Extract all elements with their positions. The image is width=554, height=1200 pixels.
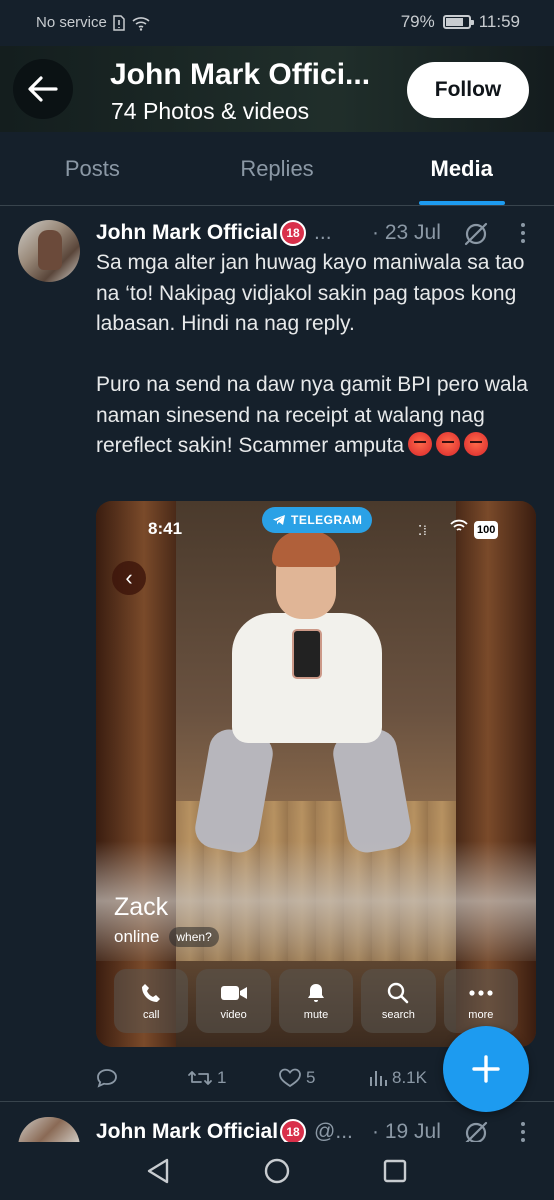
back-button[interactable] <box>13 59 73 119</box>
wifi-off-icon <box>132 16 150 31</box>
telegram-badge-label: TELEGRAM <box>291 513 363 527</box>
status-left: No service <box>36 14 151 31</box>
status-bar: No service 79% 11:59 <box>0 0 554 46</box>
mirror-frame-right <box>456 501 536 1047</box>
media-action-more-label: more <box>468 1008 494 1021</box>
battery-percent: 79% <box>400 12 435 31</box>
media-action-mute: mute <box>278 969 354 1033</box>
plus-icon <box>472 1055 500 1083</box>
square-recents-icon <box>383 1159 407 1183</box>
media-wifi-icon <box>450 519 468 531</box>
when-tag: when? <box>169 927 219 947</box>
views-chart-icon <box>370 1071 387 1086</box>
post-text-paragraph-2: Puro na send na daw nya gamit BPI pero w… <box>96 370 536 462</box>
media-action-search-label: search <box>381 1008 415 1021</box>
nav-back-button[interactable] <box>143 1156 173 1186</box>
media-action-video-label: video <box>220 1008 247 1021</box>
like-button[interactable]: 5 <box>278 1068 315 1088</box>
media-status-time: 8:41 <box>148 519 183 538</box>
media-signal-icon: ⁚⁞ <box>418 523 428 538</box>
nav-home-button[interactable] <box>262 1156 292 1186</box>
views-button[interactable]: 8.1K <box>368 1068 427 1088</box>
media-action-video: video <box>196 969 271 1033</box>
post[interactable]: John Mark Official 18 ... · 23 Jul Sa mg… <box>0 206 554 1102</box>
contact-online-label: online <box>114 927 160 946</box>
bell-icon <box>308 983 325 1002</box>
angry-face-emoji-icon <box>408 432 433 456</box>
circle-home-icon <box>264 1158 290 1184</box>
heart-icon <box>279 1068 301 1088</box>
angry-face-emoji-icon <box>464 432 489 456</box>
grok-icon[interactable] <box>462 220 490 248</box>
contact-name: Zack <box>114 893 169 921</box>
media-battery-icon: 100 <box>474 521 499 539</box>
profile-tabs: Posts Replies Media <box>0 132 554 206</box>
tab-replies-label: Replies <box>240 155 314 181</box>
telegram-badge: TELEGRAM <box>262 507 373 533</box>
profile-header: John Mark Offici... 74 Photos & videos F… <box>0 46 554 132</box>
post-date[interactable]: · 23 Jul <box>372 221 441 245</box>
repost-count: 1 <box>217 1068 227 1087</box>
post-header: John Mark Official 18 ... · 23 Jul <box>96 218 536 248</box>
search-icon <box>388 982 409 1003</box>
post-date[interactable]: · 19 Jul <box>372 1120 441 1144</box>
profile-name: John Mark Offici... <box>110 58 371 91</box>
more-vertical-icon[interactable] <box>516 220 530 246</box>
more-dots-icon <box>469 989 493 996</box>
phone-in-hand <box>292 629 322 679</box>
age-restricted-badge: 18 <box>280 220 307 246</box>
carrier-label: No service <box>36 14 107 31</box>
telegram-icon <box>273 515 285 525</box>
contact-actions: call video mute search more <box>114 969 519 1033</box>
angry-face-emoji-icon <box>436 432 461 456</box>
arrow-left-icon <box>28 76 58 102</box>
post-text: Sa mga alter jan huwag kayo maniwala sa … <box>96 248 536 462</box>
author-name[interactable]: John Mark Official <box>96 1120 278 1144</box>
tab-posts[interactable]: Posts <box>0 132 185 205</box>
author-handle: @... <box>314 1120 353 1143</box>
reply-icon <box>97 1069 117 1088</box>
tab-media[interactable]: Media <box>369 132 554 205</box>
triangle-back-icon <box>147 1158 169 1184</box>
avatar[interactable] <box>18 220 80 282</box>
system-navigation-bar <box>0 1142 554 1200</box>
follow-button[interactable]: Follow <box>407 62 529 118</box>
media-action-call-label: call <box>142 1008 160 1021</box>
nav-recents-button[interactable] <box>380 1156 410 1186</box>
media-back-chevron-icon: ‹ <box>112 561 146 595</box>
media-action-more: more <box>443 969 519 1033</box>
active-tab-indicator <box>418 201 505 205</box>
tab-replies[interactable]: Replies <box>185 132 370 205</box>
compose-button[interactable] <box>443 1026 529 1112</box>
phone-icon <box>142 983 161 1002</box>
author-handle: ... <box>314 221 332 244</box>
media-action-mute-label: mute <box>303 1008 329 1021</box>
post-media-image[interactable]: 8:41 TELEGRAM ⁚⁞ 100 ‹ Zack online when?… <box>96 501 536 1047</box>
author-name[interactable]: John Mark Official <box>96 221 278 245</box>
views-count: 8.1K <box>392 1068 427 1087</box>
repost-icon <box>188 1071 212 1085</box>
media-action-call: call <box>114 969 189 1033</box>
battery-icon <box>442 15 474 29</box>
person-hair <box>272 531 340 567</box>
tab-media-label: Media <box>430 155 493 181</box>
contact-status: online when? <box>114 927 219 947</box>
reply-button[interactable] <box>96 1068 118 1088</box>
video-icon <box>220 985 247 1000</box>
tab-posts-label: Posts <box>64 155 120 181</box>
media-action-search: search <box>361 969 436 1033</box>
clock: 11:59 <box>478 12 520 31</box>
post-text-paragraph-1: Sa mga alter jan huwag kayo maniwala sa … <box>96 251 525 335</box>
like-count: 5 <box>306 1068 316 1087</box>
repost-button[interactable]: 1 <box>187 1068 226 1088</box>
media-count: 74 Photos & videos <box>111 98 310 124</box>
sim-alert-icon <box>113 14 125 31</box>
status-right: 79% 11:59 <box>401 12 520 32</box>
